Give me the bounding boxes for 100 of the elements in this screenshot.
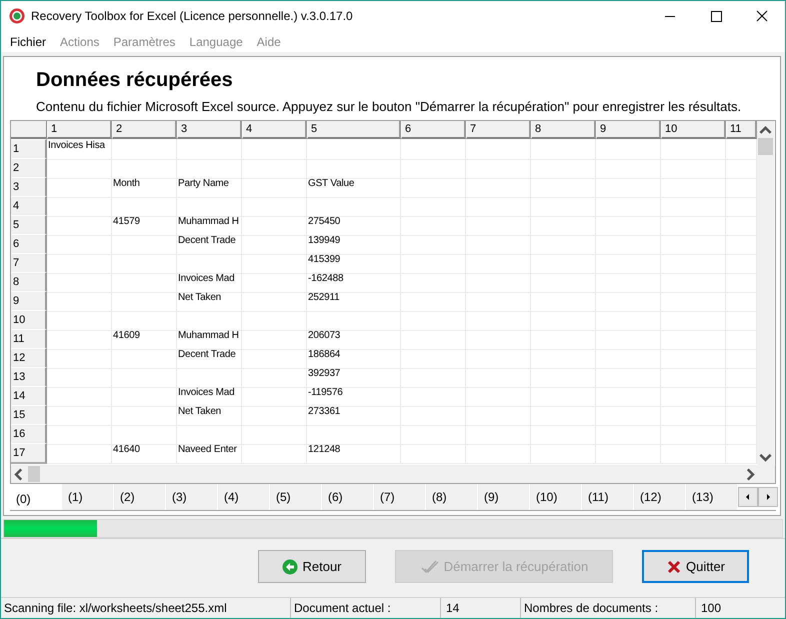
table-cell: Net Taken [177, 291, 242, 312]
row-header[interactable]: 16 [11, 424, 47, 445]
table-cell: 41609 [112, 329, 177, 350]
column-header[interactable]: 10 [661, 121, 726, 139]
table-cell: Invoices Mad [177, 272, 242, 293]
row-header[interactable]: 6 [11, 234, 47, 255]
column-header[interactable]: 8 [531, 121, 596, 139]
tab-left-icon[interactable] [738, 487, 758, 507]
sheet-tab[interactable]: (2) [114, 484, 166, 510]
tab-right-icon[interactable] [758, 487, 778, 507]
column-header[interactable]: 7 [466, 121, 531, 139]
row-header[interactable]: 9 [11, 291, 47, 312]
table-cell: GST Value [307, 177, 401, 198]
grid-corner [11, 121, 47, 139]
table-cell [47, 291, 112, 312]
table-cell [47, 443, 112, 464]
column-header[interactable]: 5 [307, 121, 401, 139]
vertical-scrollbar[interactable] [757, 121, 774, 465]
table-cell [596, 139, 661, 160]
table-cell [47, 196, 112, 217]
column-header[interactable]: 9 [596, 121, 661, 139]
table-cell: 275450 [307, 215, 401, 236]
column-header[interactable]: 4 [242, 121, 307, 139]
table-cell: 186864 [307, 348, 401, 369]
column-header[interactable]: 1 [47, 121, 112, 139]
table-cell [531, 139, 596, 160]
table-cell: Party Name [177, 177, 242, 198]
table-cell: Invoices Hisa [47, 139, 112, 160]
row-header[interactable]: 14 [11, 386, 47, 407]
column-header[interactable]: 2 [112, 121, 177, 139]
menu-item[interactable]: Fichier [3, 34, 54, 48]
table-cell: 206073 [307, 329, 401, 350]
status-label: Scanning file: xl/worksheets/sheet255.xml [1, 598, 291, 618]
table-cell: -119576 [307, 386, 401, 407]
scroll-thumb[interactable] [28, 466, 40, 482]
table-cell: Decent Trade [177, 348, 242, 369]
table-cell: 392937 [307, 367, 401, 388]
scroll-thumb[interactable] [758, 138, 773, 155]
table-cell: 41579 [112, 215, 177, 236]
table-cell: Naveed Enter [177, 443, 242, 464]
table-cell [47, 310, 112, 331]
page-heading: Données récupérées [36, 68, 234, 93]
sheet-tab[interactable]: (10) [530, 484, 582, 510]
table-cell [47, 253, 112, 274]
sheet-tab[interactable]: (6) [322, 484, 374, 510]
back-button[interactable]: Retour [258, 550, 366, 583]
table-cell: Net Taken [177, 405, 242, 426]
sheet-tab[interactable]: (11) [582, 484, 634, 510]
sheet-tab[interactable]: (9) [478, 484, 530, 510]
table-cell [177, 139, 242, 160]
row-header[interactable]: 13 [11, 367, 47, 388]
table-cell: -162488 [307, 272, 401, 293]
row-header[interactable]: 4 [11, 196, 47, 217]
sheet-tab[interactable]: (8) [426, 484, 478, 510]
checkmark-icon [420, 558, 440, 574]
sheet-tab[interactable]: (3) [166, 484, 218, 510]
column-header[interactable]: 11 [726, 121, 757, 139]
table-cell [242, 139, 307, 160]
table-cell [47, 234, 112, 255]
table-cell: 121248 [307, 443, 401, 464]
status-value: 100 [700, 600, 722, 617]
column-header[interactable]: 6 [401, 121, 466, 139]
window-title: Recovery Toolbox for Excel (Licence personnelle.) v.3.0.17.0 [31, 9, 354, 23]
table-cell [47, 329, 112, 350]
row-header[interactable]: 3 [11, 177, 47, 198]
sheet-tab[interactable]: (4) [218, 484, 270, 510]
sheet-tab[interactable]: (12) [634, 484, 686, 510]
quit-button[interactable]: Quitter [642, 550, 749, 583]
column-header[interactable]: 3 [177, 121, 242, 139]
table-cell [47, 177, 112, 198]
sheet-tab[interactable]: (13) [686, 484, 738, 510]
close-icon [666, 558, 682, 574]
row-header[interactable]: 11 [11, 329, 47, 350]
row-header[interactable]: 5 [11, 215, 47, 236]
row-header[interactable]: 7 [11, 253, 47, 274]
row-header[interactable]: 8 [11, 272, 47, 293]
sheet-tab[interactable]: (7) [374, 484, 426, 510]
row-header[interactable]: 15 [11, 405, 47, 426]
status-label: Document actuel : [291, 598, 441, 618]
table-cell [401, 139, 466, 160]
row-header[interactable]: 12 [11, 348, 47, 369]
table-cell [47, 367, 112, 388]
table-cell: Month [112, 177, 177, 198]
table-cell: Invoices Mad [177, 386, 242, 407]
status-label: Nombres de documents : [521, 598, 696, 618]
row-header[interactable]: 10 [11, 310, 47, 331]
status-value: 14 [441, 598, 521, 618]
table-cell: Decent Trade [177, 234, 242, 255]
row-header[interactable]: 17 [11, 443, 47, 464]
sheet-tab[interactable]: (1) [62, 484, 114, 510]
horizontal-scrollbar[interactable] [11, 465, 775, 483]
table-cell: Muhammad H [177, 329, 242, 350]
table-cell [47, 158, 112, 179]
row-header[interactable]: 1 [11, 139, 47, 160]
sheet-tab[interactable]: (5) [270, 484, 322, 510]
row-header[interactable]: 2 [11, 158, 47, 179]
table-cell: 252911 [307, 291, 401, 312]
app-icon [9, 8, 25, 24]
table-cell: Muhammad H [177, 215, 242, 236]
table-cell [661, 139, 726, 160]
